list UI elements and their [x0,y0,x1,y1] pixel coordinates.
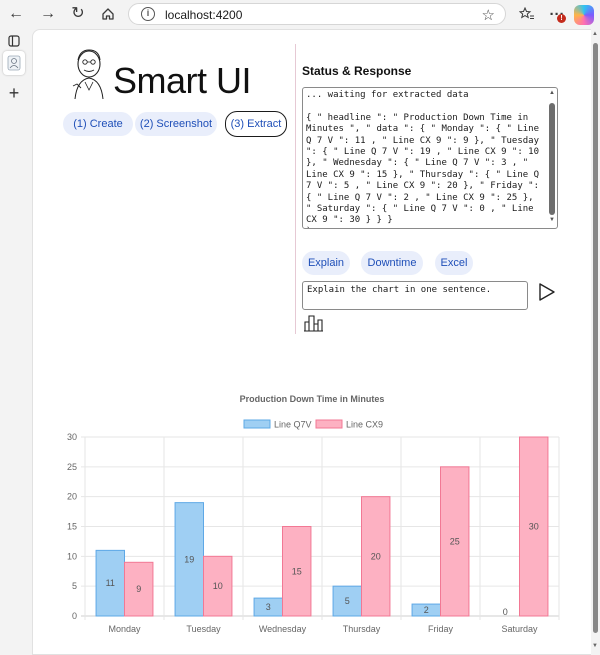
excel-button[interactable]: Excel [435,251,473,275]
bar-value-label: 30 [529,522,539,532]
page-scroll-down-icon[interactable]: ▼ [592,643,598,649]
app-title: Smart UI [113,60,252,101]
notification-badge: ! [557,14,566,23]
bar-value-label: 10 [213,581,223,591]
prompt-input[interactable]: Explain the chart in one sentence. [302,281,528,310]
new-tab-icon[interactable]: + [4,83,24,103]
screenshot-step-button[interactable]: (2) Screenshot [135,112,217,136]
page-viewport: Smart UI (1) Create (2) Screenshot (3) E… [32,29,593,655]
status-heading: Status & Response [302,64,412,78]
y-tick-label: 5 [72,581,77,591]
x-tick-label: Saturday [501,624,538,634]
y-tick-label: 10 [67,551,77,561]
downtime-bar-chart: Production Down Time in Minutes Line Q7V… [67,394,560,634]
y-tick-label: 25 [67,462,77,472]
page-scroll-up-icon[interactable]: ▲ [592,31,598,37]
y-tick-label: 30 [67,432,77,442]
bar-value-label: 5 [345,596,350,606]
favorite-star-icon[interactable]: ☆ [482,6,495,24]
status-scrollbar[interactable]: ▲ ▼ [548,89,556,227]
bar-value-label: 11 [106,578,115,588]
more-icon[interactable]: ··· [546,3,568,25]
y-tick-label: 0 [72,611,77,621]
browser-toolbar: ← → ↻ i localhost:4200 ☆ ··· ! [0,0,600,29]
bar-value-label: 15 [292,566,302,576]
explain-button[interactable]: Explain [302,251,350,275]
extract-step-button[interactable]: (3) Extract [225,111,287,137]
create-step-button[interactable]: (1) Create [63,112,133,136]
scroll-up-icon[interactable]: ▲ [548,90,556,96]
x-tick-label: Friday [428,624,454,634]
legend-swatch [243,419,271,429]
downtime-button[interactable]: Downtime [361,251,423,275]
bar-value-label: 20 [371,551,381,561]
refresh-icon[interactable]: ↻ [66,3,90,25]
home-icon[interactable] [96,3,120,25]
y-tick-label: 15 [67,522,77,532]
forward-icon[interactable]: → [36,3,60,25]
legend-label: Line Q7V [274,420,312,430]
status-log: ... waiting for extracted data { " headl… [306,90,539,228]
caricature-logo [72,49,104,100]
legend-label: Line CX9 [346,420,383,430]
x-tick-label: Wednesday [259,624,307,634]
copilot-icon[interactable] [574,5,594,25]
status-response-box[interactable]: ... waiting for extracted data { " headl… [302,87,558,229]
page-scroll-thumb[interactable] [593,43,598,633]
url-text: localhost:4200 [165,8,243,22]
chart-title: Production Down Time in Minutes [240,394,385,404]
bar-chart-icon[interactable] [304,314,324,332]
bar-value-label: 2 [424,605,429,615]
back-icon[interactable]: ← [4,3,28,25]
bar-value-label: 0 [503,607,508,617]
page-scrollbar[interactable]: ▲ ▼ [591,29,600,655]
legend-swatch [315,419,343,429]
scroll-down-icon[interactable]: ▼ [548,217,556,223]
x-tick-label: Thursday [343,624,381,634]
bar-value-label: 19 [184,554,194,564]
bar-value-label: 3 [266,602,271,612]
address-bar[interactable]: i localhost:4200 ☆ [128,3,506,25]
panel-divider [295,44,296,334]
x-tick-label: Monday [108,624,141,634]
tab-actions-icon[interactable] [4,31,24,51]
x-tick-label: Tuesday [186,624,221,634]
favorites-icon[interactable] [516,3,538,25]
active-tab[interactable] [3,51,25,75]
vertical-tab-rail: + [0,29,28,655]
y-tick-label: 20 [67,492,77,502]
bar-value-label: 25 [450,536,460,546]
info-icon[interactable]: i [141,7,155,21]
bar-value-label: 9 [136,584,141,594]
send-icon[interactable] [538,282,556,302]
status-scroll-thumb[interactable] [549,103,555,215]
chart-legend: Line Q7V Line CX9 [243,419,383,430]
